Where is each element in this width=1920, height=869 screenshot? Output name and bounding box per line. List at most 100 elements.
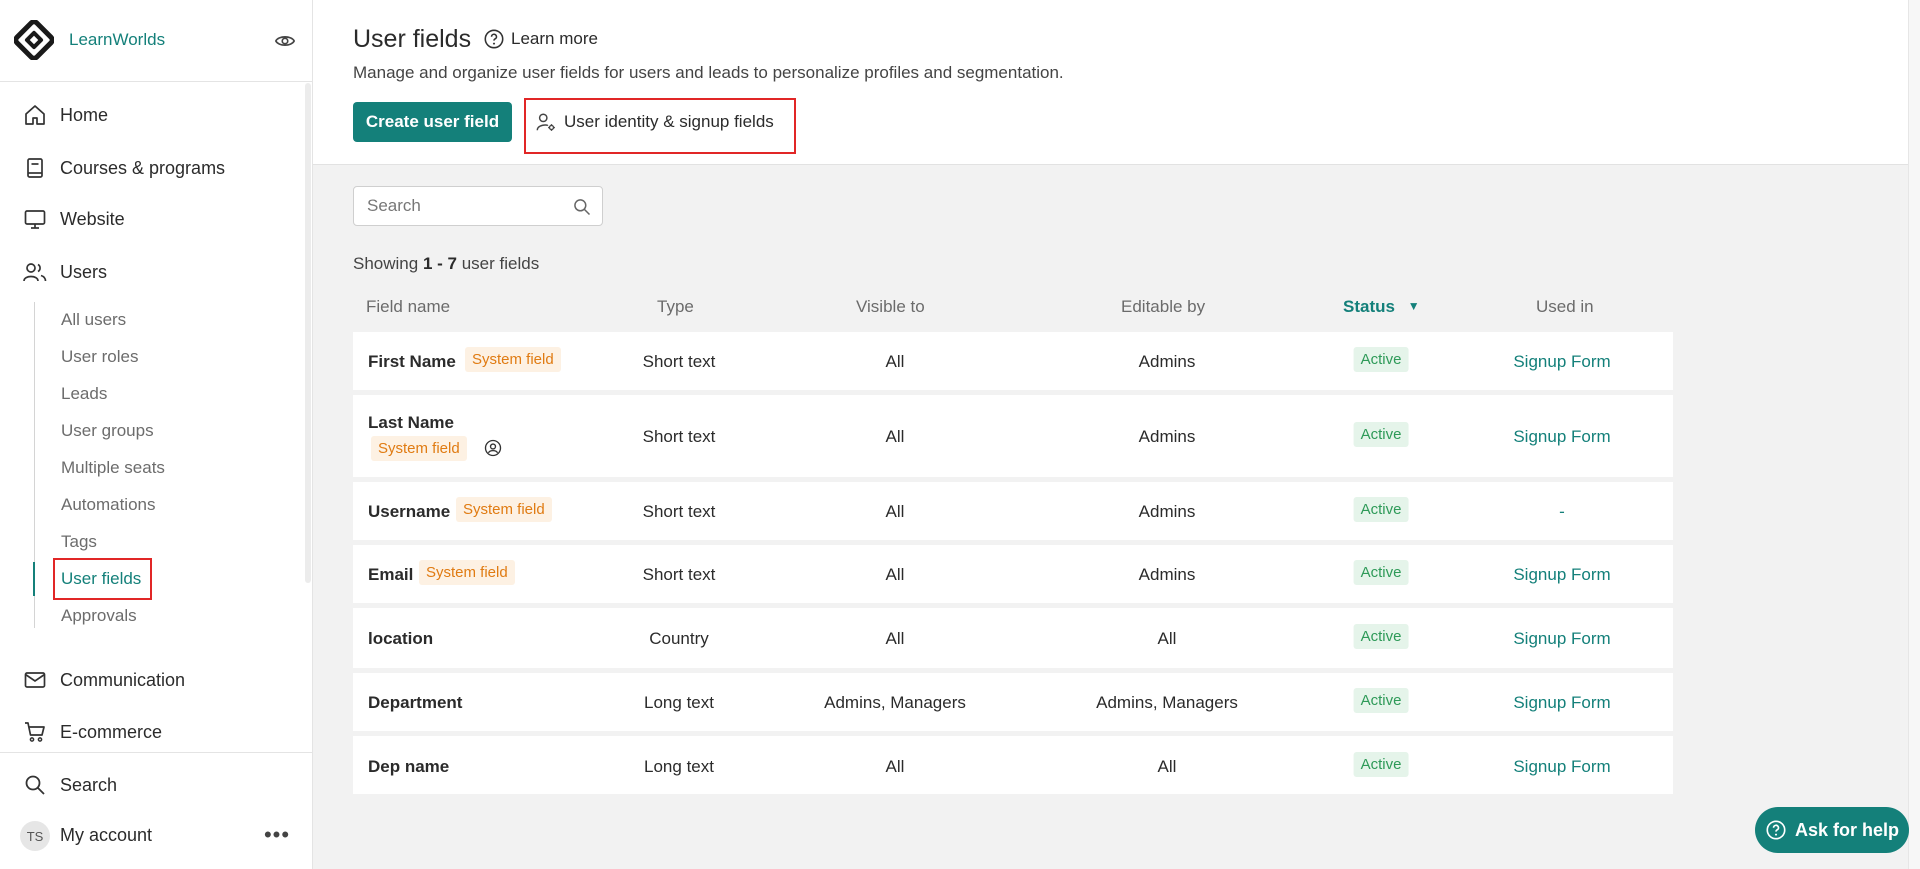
table-row[interactable]: Dep name Long text All All Active Signup… [353,736,1673,794]
system-field-badge-text: System field [419,560,515,585]
nav-users[interactable]: Users [0,250,305,294]
user-fields-highlight [53,558,152,600]
status-badge-text: Active [1353,752,1409,777]
home-icon [22,102,48,128]
field-name-text: Email [368,565,414,584]
search-input[interactable] [355,188,565,224]
field-type: Country [649,629,709,648]
page-scrollbar[interactable] [1908,0,1920,869]
avatar[interactable]: TS [20,821,50,851]
system-field-badge: System field [371,436,467,461]
field-visible-to: All [885,502,905,521]
field-editable-by: All [1157,757,1177,776]
field-name: Last Name [368,413,454,433]
field-type: Long text [644,693,714,712]
nav-ecommerce[interactable]: E-commerce [0,710,305,754]
status-badge-text: Active [1353,497,1409,522]
status-badge: Active [1353,624,1409,649]
ask-for-help-button[interactable]: Ask for help [1755,807,1909,853]
field-visible-to: All [885,757,905,776]
sidebar-item-user-roles[interactable]: User roles [61,347,138,367]
system-field-badge: System field [456,497,552,522]
field-name-text: First Name [368,352,456,371]
used-in-link[interactable]: - [1559,502,1565,522]
page-header: User fields Learn more Manage and organi… [313,0,1908,165]
sidebar-item-user-groups[interactable]: User groups [61,421,154,441]
status-badge: Active [1353,752,1409,777]
field-visible-to: All [885,565,905,584]
sidebar-item-all-users[interactable]: All users [61,310,126,330]
field-name-text: Dep name [368,757,450,776]
nav-communication-label: Communication [60,669,186,690]
status-badge-text: Active [1353,347,1409,372]
used-in-link[interactable]: Signup Form [1513,693,1610,713]
search-icon[interactable] [572,197,592,217]
sidebar-item-automations[interactable]: Automations [61,495,156,515]
status-badge-text: Active [1353,422,1409,447]
nav-users-label: Users [60,261,108,282]
learnworlds-logo-icon[interactable] [14,20,54,60]
used-in-link[interactable]: Signup Form [1513,757,1610,777]
system-field-badge-text: System field [456,497,552,522]
help-circle-icon [1766,820,1786,840]
field-type: Short text [642,352,716,371]
nav-communication[interactable]: Communication [0,658,305,702]
used-in-link[interactable]: Signup Form [1513,565,1610,585]
sidebar-item-leads[interactable]: Leads [61,384,107,404]
nav-search[interactable]: Search [0,763,305,807]
help-circle-icon [484,29,504,49]
sort-desc-icon: ▼ [1407,299,1420,313]
identity-button-highlight [524,98,796,154]
eye-icon[interactable] [274,30,296,52]
field-type: Short text [642,427,716,446]
nav-website-label: Website [60,208,125,229]
field-editable-by: All [1157,629,1177,648]
field-visible-to: All [885,427,905,446]
nav-home-label: Home [60,104,109,125]
page-subtitle: Manage and organize user fields for user… [353,63,1064,82]
ask-for-help-label: Ask for help [1794,819,1900,840]
book-icon [22,155,48,181]
field-name-text: Username [368,502,451,521]
used-in-link[interactable]: Signup Form [1513,629,1610,649]
field-editable-by: Admins [1138,502,1196,521]
status-badge-text: Active [1353,688,1409,713]
nav-website[interactable]: Website [0,197,305,241]
monitor-icon [22,206,48,232]
nav-home[interactable]: Home [0,93,305,137]
status-badge-text: Active [1353,560,1409,585]
column-header-editable-by[interactable]: Editable by [1121,297,1205,317]
column-header-type[interactable]: Type [657,297,694,317]
status-badge: Active [1353,422,1409,447]
brand-name[interactable]: LearnWorlds [69,30,165,50]
column-header-field-name[interactable]: Field name [366,297,450,317]
used-in-link[interactable]: Signup Form [1513,427,1610,447]
used-in-link[interactable]: Signup Form [1513,352,1610,372]
results-count-suffix: user fields [461,254,540,273]
sidebar-item-approvals[interactable]: Approvals [61,606,137,626]
sidebar-item-multiple-seats[interactable]: Multiple seats [61,458,165,478]
sidebar-divider [0,752,312,753]
search-field[interactable] [353,186,603,226]
column-header-status[interactable]: Status ▼ [1343,297,1420,317]
table-row[interactable]: Last Name System field Short text All Ad… [353,395,1673,477]
field-name-text: Last Name [368,413,454,432]
sidebar-item-tags[interactable]: Tags [61,532,97,552]
table-row[interactable]: Username System field Short text All Adm… [353,482,1673,540]
column-header-visible-to[interactable]: Visible to [856,297,925,317]
results-count-prefix: Showing [353,254,419,273]
column-header-used-in[interactable]: Used in [1536,297,1594,317]
table-row[interactable]: First Name System field Short text All A… [353,332,1673,390]
table-row[interactable]: Email System field Short text All Admins… [353,545,1673,603]
sidebar-scrollbar[interactable] [305,83,311,583]
table-row[interactable]: location Country All All Active Signup F… [353,608,1673,668]
learn-more-link[interactable]: Learn more [483,28,598,50]
table-row[interactable]: Department Long text Admins, Managers Ad… [353,673,1673,731]
field-name-text: Department [368,693,463,712]
nav-courses[interactable]: Courses & programs [0,146,305,190]
field-type: Short text [642,502,716,521]
create-user-field-button[interactable]: Create user field [353,102,512,142]
field-name-text: location [368,629,434,648]
more-options-icon[interactable]: ••• [262,820,292,850]
system-field-badge: System field [465,347,561,372]
